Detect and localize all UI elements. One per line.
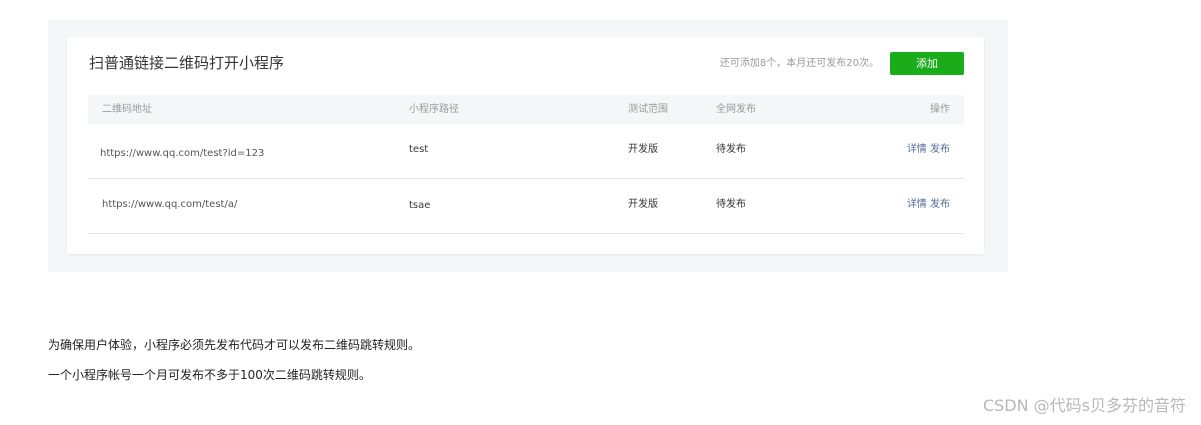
note-line: 一个小程序帐号一个月可发布不多于100次二维码跳转规则。 [48,368,371,382]
row-ops: 详情 发布 [907,198,950,212]
watermark: CSDN @代码s贝多芬的音符 [982,396,1186,415]
row-url: https://www.qq.com/test/a/ [102,199,238,210]
publish-link[interactable]: 发布 [930,144,950,155]
detail-link[interactable]: 详情 [907,199,927,210]
header-ops: 操作 [930,104,950,115]
table-row: https://www.qq.com/test/a/ tsae 开发版 待发布 … [88,179,964,234]
row-path: tsae [409,200,431,211]
qr-rules-card: 扫普通链接二维码打开小程序 还可添加8个，本月还可发布20次。 添加 二维码地址… [67,37,984,254]
header-url: 二维码地址 [102,104,152,115]
table-header: 二维码地址 小程序路径 测试范围 全网发布 操作 [88,95,964,124]
card-title: 扫普通链接二维码打开小程序 [89,54,285,72]
row-test-scope: 开发版 [628,199,658,210]
row-path: test [409,144,429,155]
header-test-scope: 测试范围 [628,104,668,115]
row-test-scope: 开发版 [628,144,658,155]
row-release-status: 待发布 [716,199,746,210]
publish-link[interactable]: 发布 [930,199,950,210]
row-url: https://www.qq.com/test?id=123 [100,148,265,159]
table-row: https://www.qq.com/test?id=123 test 开发版 … [88,124,964,179]
qr-rules-panel: 扫普通链接二维码打开小程序 还可添加8个，本月还可发布20次。 添加 二维码地址… [48,20,1008,272]
header-path: 小程序路径 [409,104,459,115]
add-button[interactable]: 添加 [890,52,964,75]
qr-rules-table: 二维码地址 小程序路径 测试范围 全网发布 操作 https://www.qq.… [88,95,964,234]
row-ops: 详情 发布 [907,143,950,157]
note-line: 为确保用户体验，小程序必须先发布代码才可以发布二维码跳转规则。 [48,338,421,352]
detail-link[interactable]: 详情 [907,144,927,155]
quota-text: 还可添加8个，本月还可发布20次。 [719,58,879,69]
row-release-status: 待发布 [716,144,746,155]
header-release: 全网发布 [716,104,756,115]
